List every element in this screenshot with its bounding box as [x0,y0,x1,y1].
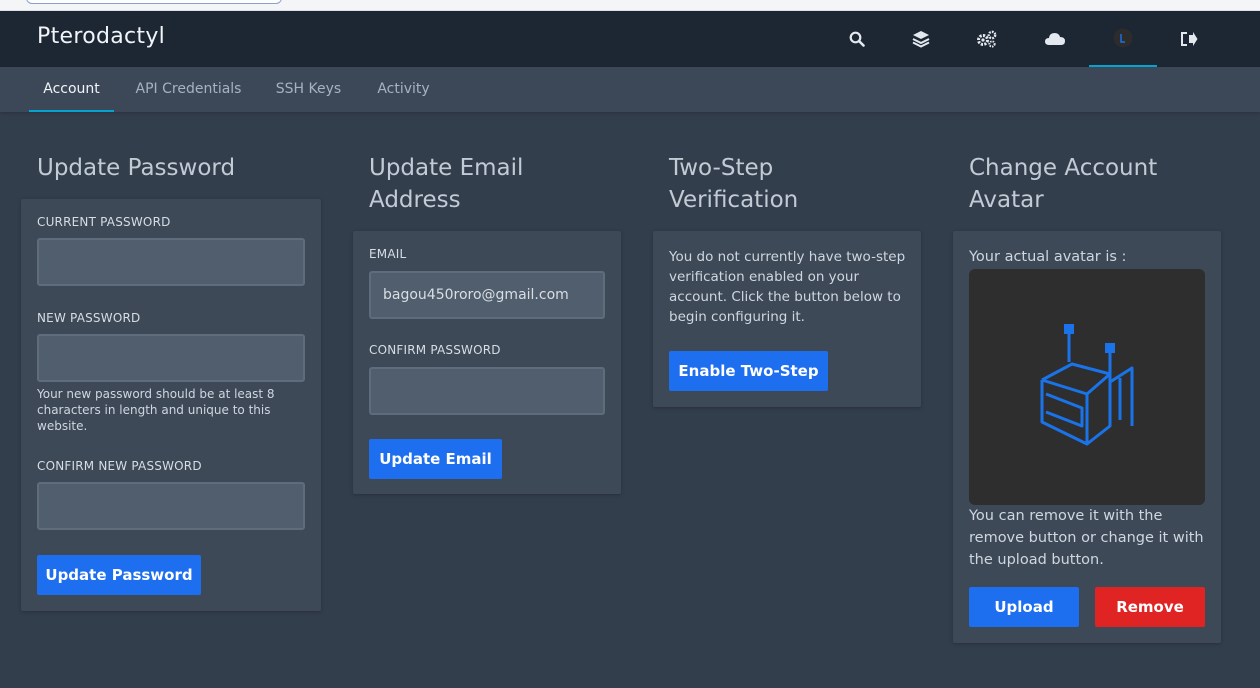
email-input[interactable]: bagou450roro@gmail.com [369,271,605,319]
current-password-input[interactable] [37,238,305,286]
tab-api-credentials[interactable]: API Credentials [126,67,251,112]
two-step-card: You do not currently have two-step verif… [653,231,921,407]
upload-avatar-button[interactable]: Upload [969,587,1079,627]
avatar-icon [1113,28,1133,48]
update-password-card: CURRENT PASSWORD NEW PASSWORD Your new p… [21,199,321,611]
cloud-button[interactable] [1021,11,1089,67]
remove-avatar-button[interactable]: Remove [1095,587,1205,627]
account-subnav: Account API Credentials SSH Keys Activit… [0,67,1260,112]
tab-activity[interactable]: Activity [366,67,441,112]
change-avatar-title: Change Account Avatar [969,155,1158,213]
update-password-title: Update Password [37,155,236,181]
avatar-preview [969,269,1205,505]
cogs-icon [977,30,997,48]
two-step-title: Two-Step Verification [669,155,799,213]
search-button[interactable] [823,11,891,67]
new-password-label: NEW PASSWORD [37,311,141,325]
update-email-card: EMAIL bagou450roro@gmail.com CONFIRM PAS… [353,231,621,494]
top-nav-icons [0,11,1260,67]
logout-button[interactable] [1155,11,1223,67]
browser-address-bar[interactable] [26,0,282,4]
confirm-new-password-input[interactable] [37,482,305,530]
browser-strip [0,0,1260,11]
avatar-intro: Your actual avatar is : [969,249,1127,265]
email-label: EMAIL [369,247,407,261]
update-email-title: Update Email Address [369,155,524,213]
avatar-logo-icon [1040,324,1134,446]
avatar-help-text: You can remove it with the remove button… [969,508,1204,568]
update-password-button[interactable]: Update Password [37,555,201,595]
top-navbar: Pterodactyl [0,11,1260,67]
cloud-icon [1045,33,1065,45]
confirm-new-password-label: CONFIRM NEW PASSWORD [37,459,202,473]
admin-button[interactable] [953,11,1021,67]
new-password-input[interactable] [37,334,305,382]
layers-icon [912,31,930,48]
confirm-password-input[interactable] [369,367,605,415]
new-password-hint: Your new password should be at least 8 c… [37,387,275,433]
tab-ssh-keys[interactable]: SSH Keys [266,67,351,112]
logout-icon [1181,32,1198,46]
current-password-label: CURRENT PASSWORD [37,215,171,229]
change-avatar-card: Your actual avatar is : You can remove i… [953,231,1221,643]
account-button[interactable] [1089,11,1157,67]
enable-two-step-button[interactable]: Enable Two-Step [669,351,828,391]
two-step-description: You do not currently have two-step verif… [669,249,906,325]
update-email-button[interactable]: Update Email [369,439,502,479]
confirm-password-label: CONFIRM PASSWORD [369,343,501,357]
search-icon [849,31,865,47]
servers-button[interactable] [887,11,955,67]
tab-account[interactable]: Account [29,67,114,112]
